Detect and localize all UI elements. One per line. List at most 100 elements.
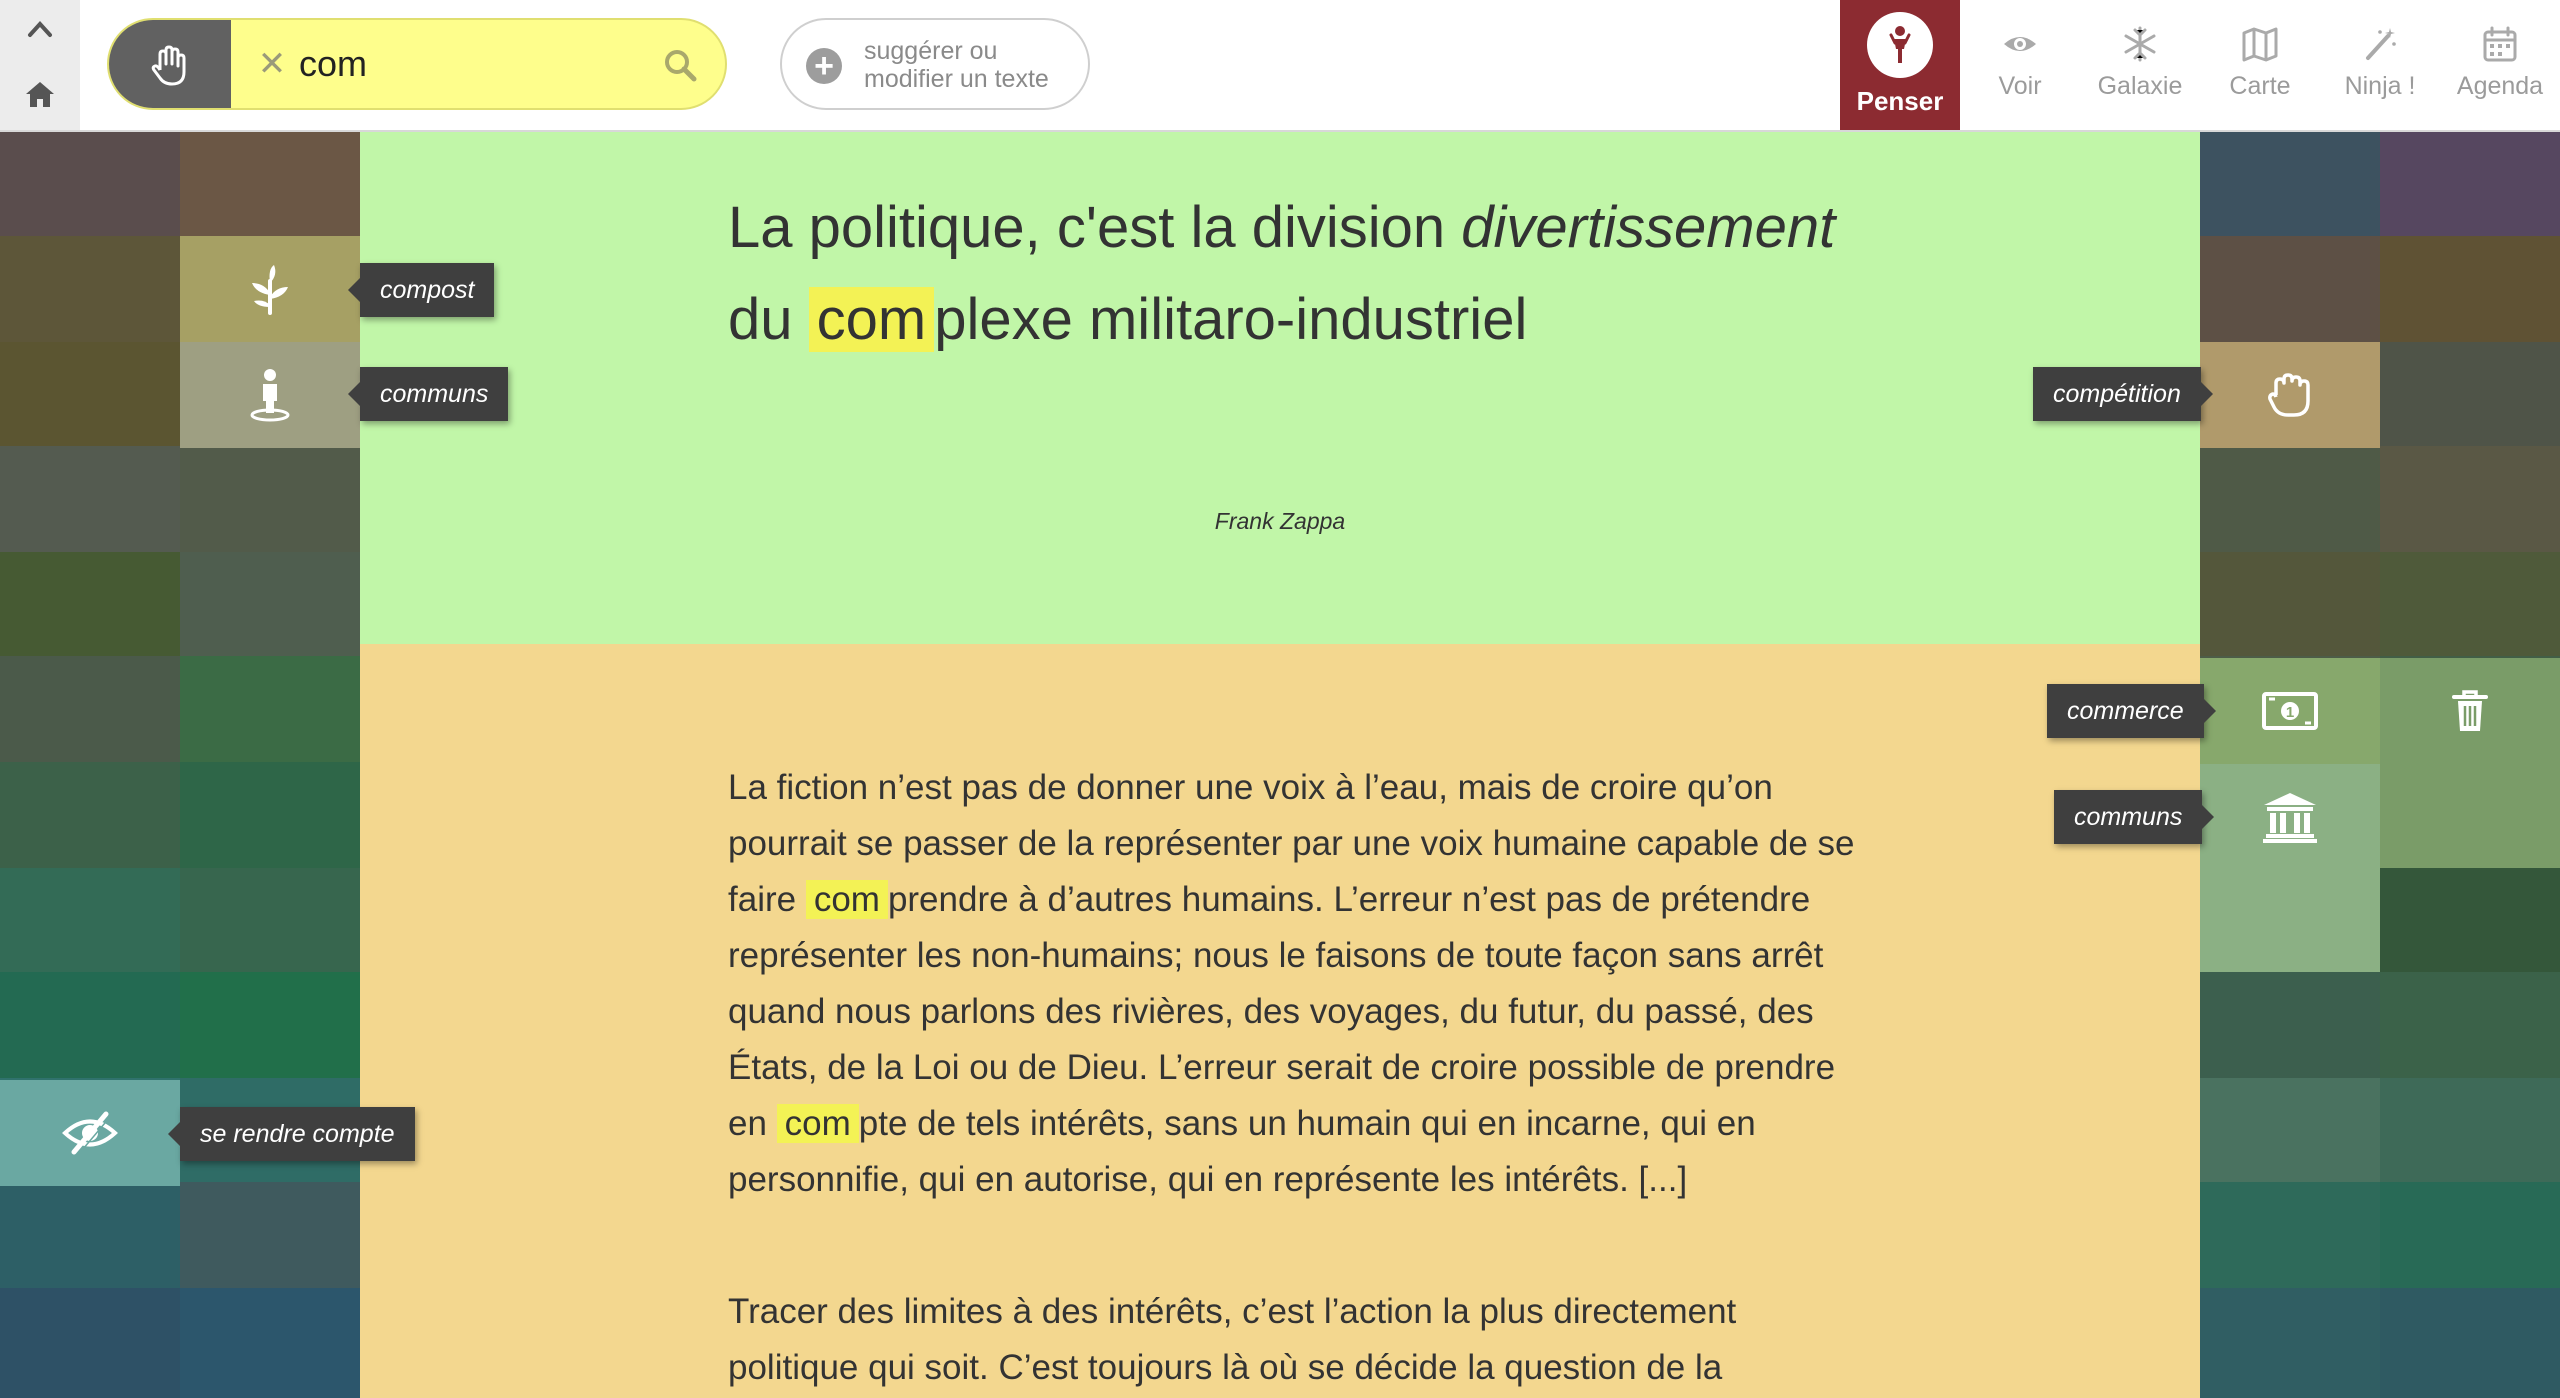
competition-button[interactable] xyxy=(2200,342,2380,448)
communs-left-button[interactable] xyxy=(180,342,360,448)
commerce-button[interactable]: 1 xyxy=(2200,658,2380,764)
mosaic-tile xyxy=(180,762,360,868)
nav-carte[interactable]: Carte xyxy=(2200,0,2320,130)
search-highlight: com xyxy=(808,287,935,352)
tag-commerce[interactable]: commerce xyxy=(2047,684,2216,738)
nav-agenda-label: Agenda xyxy=(2456,72,2544,100)
mosaic-tile xyxy=(2200,1288,2380,1398)
thinker-icon xyxy=(1867,12,1933,78)
mosaic-tile xyxy=(180,656,360,762)
mosaic-tile xyxy=(0,552,180,656)
top-bar: ✕ + suggérer ou modifier un texte Penser… xyxy=(0,0,2560,132)
suggest-label: suggérer ou modifier un texte xyxy=(864,37,1049,93)
snowflake-icon xyxy=(2120,24,2160,64)
mosaic-tile xyxy=(2380,342,2560,446)
map-icon xyxy=(2240,24,2280,64)
search-icon[interactable] xyxy=(661,46,699,84)
mosaic-tile xyxy=(2380,446,2560,552)
communs-right-button[interactable] xyxy=(2200,764,2380,870)
eye-slash-icon xyxy=(62,1111,118,1156)
hand-mode-button[interactable] xyxy=(109,20,231,108)
nav-voir[interactable]: Voir xyxy=(1960,0,2080,130)
mosaic-tile xyxy=(2380,1182,2560,1288)
tag-communs-left[interactable]: communs xyxy=(347,367,509,421)
mosaic-tile xyxy=(0,132,180,236)
mosaic-tile xyxy=(180,868,360,972)
mosaic-tile xyxy=(2380,132,2560,236)
mosaic-tile xyxy=(0,446,180,552)
institution-building-icon xyxy=(2263,793,2317,843)
text-paragraph: La fiction n’est pas de donner une voix … xyxy=(728,768,1855,1199)
nav-penser[interactable]: Penser xyxy=(1840,0,1960,130)
mosaic-tile xyxy=(2380,972,2560,1078)
nav-galaxie-label: Galaxie xyxy=(2097,72,2183,100)
quote-author[interactable]: Frank Zappa xyxy=(360,508,2200,535)
quote-card[interactable]: La politique, c'est la division divertis… xyxy=(360,132,2200,644)
mosaic-tile xyxy=(0,342,180,446)
calendar-icon xyxy=(2480,24,2520,64)
text-paragraph: Tracer des limites à des intérêts, c’est… xyxy=(728,1292,1737,1387)
mosaic-tile xyxy=(2380,1078,2560,1182)
mosaic-tile xyxy=(180,1182,360,1288)
eye-icon xyxy=(2000,24,2040,64)
mosaic-tile xyxy=(2380,552,2560,656)
chevron-up-icon[interactable] xyxy=(18,8,62,52)
mosaic-tile xyxy=(0,656,180,762)
mosaic-tile xyxy=(2200,868,2380,972)
mosaic-tile xyxy=(2200,236,2380,342)
nav-agenda[interactable]: Agenda xyxy=(2440,0,2560,130)
mosaic-tile xyxy=(2380,236,2560,342)
mosaic-tile xyxy=(180,552,360,656)
mosaic-tile xyxy=(0,972,180,1078)
mosaic-tile xyxy=(2200,1182,2380,1288)
mosaic-tile xyxy=(0,1288,180,1398)
nav-carte-label: Carte xyxy=(2229,72,2291,100)
plus-circle-icon: + xyxy=(806,48,842,84)
person-standing-icon xyxy=(250,369,290,422)
search-highlight: com xyxy=(776,1104,859,1143)
mosaic-tile xyxy=(180,1288,360,1398)
plant-sprout-icon xyxy=(252,265,288,315)
nav-ninja-label: Ninja ! xyxy=(2344,72,2416,100)
se-rendre-compte-button[interactable] xyxy=(0,1080,180,1186)
mosaic-tile xyxy=(2380,762,2560,868)
home-icon[interactable] xyxy=(18,72,62,116)
mosaic-tile xyxy=(2200,972,2380,1078)
nav-penser-label: Penser xyxy=(1856,86,1944,116)
trash-icon xyxy=(2452,690,2488,731)
corner-panel xyxy=(0,0,80,130)
mosaic-tile xyxy=(180,132,360,236)
mosaic-tile xyxy=(2380,1288,2560,1398)
magic-wand-icon xyxy=(2360,24,2400,64)
compost-button[interactable] xyxy=(180,236,360,342)
nav-ninja[interactable]: Ninja ! xyxy=(2320,0,2440,130)
mosaic-tile xyxy=(0,236,180,342)
quote-text: La politique, c'est la division divertis… xyxy=(728,195,1836,352)
tag-compost[interactable]: compost xyxy=(347,263,495,317)
mosaic-tile xyxy=(2200,132,2380,236)
text-card[interactable]: La fiction n’est pas de donner une voix … xyxy=(360,644,2200,1398)
banknote-icon: 1 xyxy=(2262,692,2318,730)
mosaic-tile xyxy=(0,1182,180,1288)
mosaic-tile xyxy=(0,868,180,972)
tag-se-rendre-compte[interactable]: se rendre compte xyxy=(168,1107,415,1161)
mosaic-tile xyxy=(0,762,180,868)
search-highlight: com xyxy=(805,880,888,919)
mosaic-tile xyxy=(180,446,360,552)
suggest-text-button[interactable]: + suggérer ou modifier un texte xyxy=(780,18,1090,110)
nav-voir-label: Voir xyxy=(1998,72,2042,100)
nav-galaxie[interactable]: Galaxie xyxy=(2080,0,2200,130)
tag-communs-right[interactable]: communs xyxy=(2054,790,2215,844)
search-input[interactable] xyxy=(299,38,649,90)
mosaic-tile xyxy=(2200,552,2380,656)
raised-hand-icon xyxy=(2268,373,2310,417)
mosaic-tile xyxy=(180,972,360,1078)
svg-text:1: 1 xyxy=(2286,704,2294,721)
mosaic-tile xyxy=(2200,1078,2380,1182)
mosaic-tile xyxy=(2380,868,2560,972)
delete-button[interactable] xyxy=(2380,658,2560,764)
clear-search-icon[interactable]: ✕ xyxy=(254,46,290,82)
search-bar: ✕ xyxy=(107,18,727,110)
tag-competition[interactable]: compétition xyxy=(2033,367,2213,421)
hand-icon xyxy=(151,45,186,86)
